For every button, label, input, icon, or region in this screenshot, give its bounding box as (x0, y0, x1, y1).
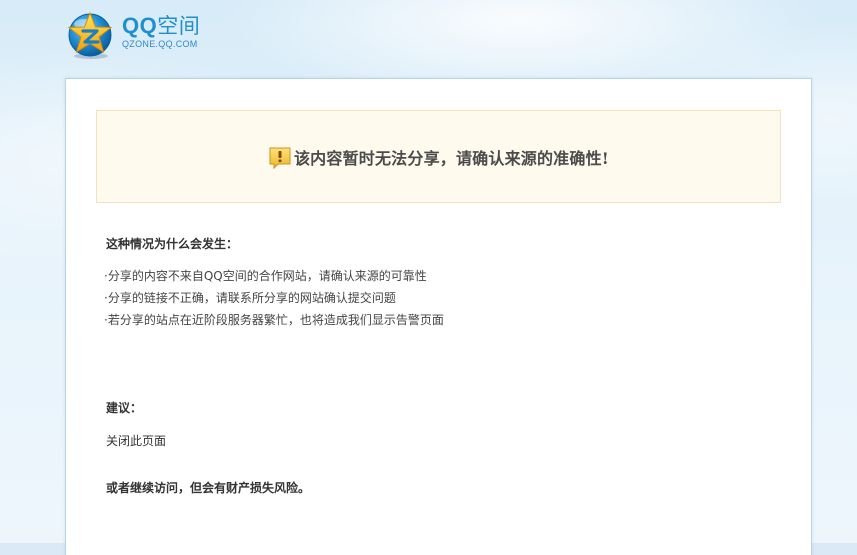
qzone-logo[interactable]: QQ空间 QZONE.QQ.COM (64, 7, 200, 63)
logo-title-cn: 空间 (157, 14, 201, 38)
reasons-list: ·分享的内容不来自QQ空间的合作网站，请确认来源的可靠性 ·分享的链接不正确，请… (104, 265, 444, 331)
logo-text: QQ空间 QZONE.QQ.COM (122, 14, 200, 50)
logo-title-latin: QQ (122, 13, 158, 38)
reason-item: ·分享的内容不来自QQ空间的合作网站，请确认来源的可靠性 (104, 269, 427, 283)
why-title: 这种情况为什么会发生： (106, 237, 239, 251)
reason-item: ·分享的链接不正确，请联系所分享的网站确认提交问题 (104, 291, 396, 305)
logo-subtitle: QZONE.QQ.COM (122, 39, 198, 49)
main-panel: 该内容暂时无法分享，请确认来源的准确性! 这种情况为什么会发生： ·分享的内容不… (65, 78, 812, 555)
warning-notice: 该内容暂时无法分享，请确认来源的准确性! (96, 110, 781, 203)
notice-message: 该内容暂时无法分享，请确认来源的准确性! (293, 148, 610, 168)
warning-exclamation-icon (268, 146, 291, 169)
continue-warning-text: 或者继续访问，但会有财产损失风险。 (106, 481, 311, 495)
reason-item: ·若分享的站点在近阶段服务器繁忙，也将造成我们显示告警页面 (104, 313, 444, 327)
suggestion-title: 建议： (106, 401, 143, 415)
qzone-star-icon (64, 9, 116, 61)
logo-title: QQ空间 (122, 13, 201, 39)
close-page-link[interactable]: 关闭此页面 (106, 432, 166, 449)
